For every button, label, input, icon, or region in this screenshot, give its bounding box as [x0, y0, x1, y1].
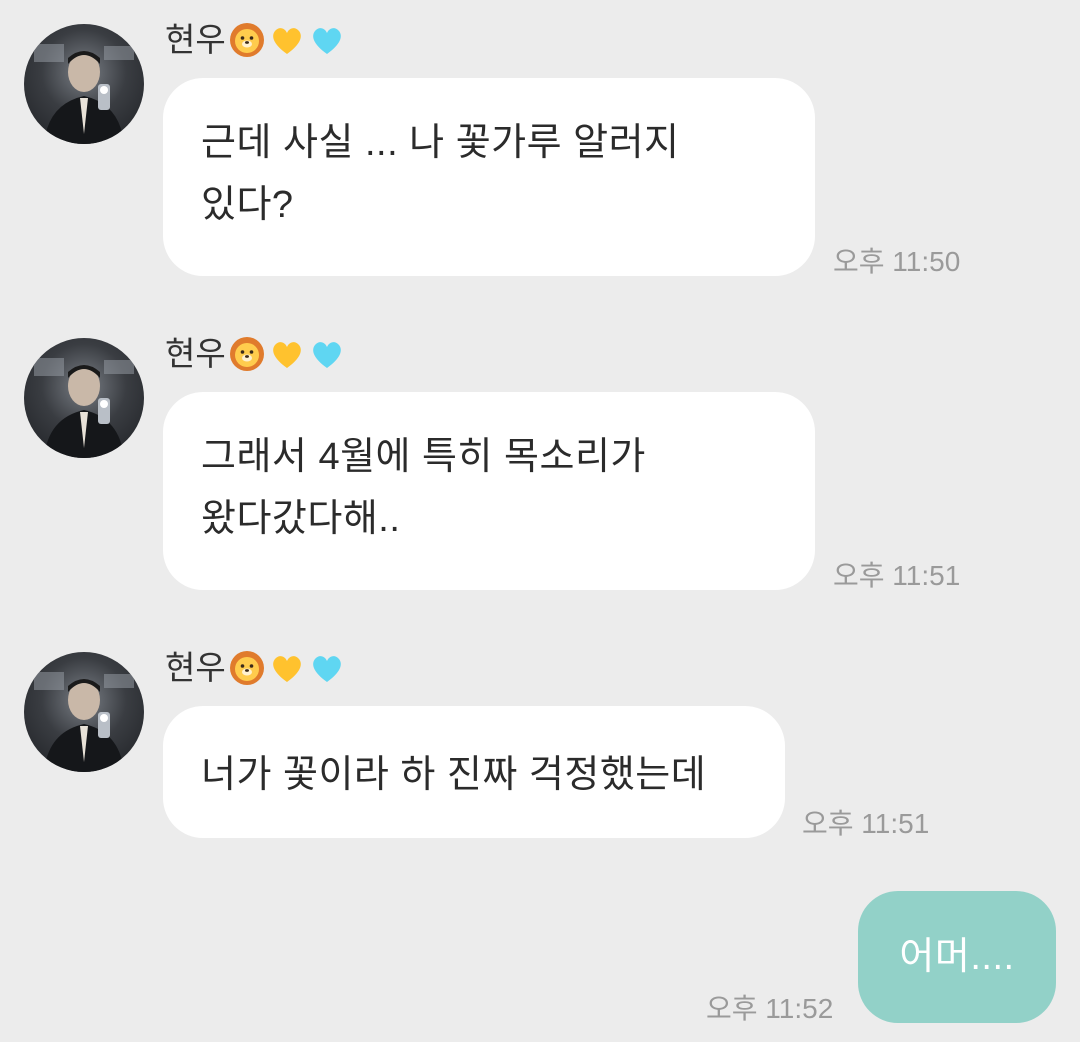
message-line: 그래서 4월에 특히 목소리가: [201, 436, 646, 478]
light-blue-heart-icon: [308, 649, 346, 687]
message-line: 왔다갔다해..: [201, 498, 401, 540]
yellow-heart-icon: [268, 649, 306, 687]
avatar-photo: [34, 672, 134, 772]
sender-name: 현우: [165, 648, 346, 688]
sender-name: 현우: [165, 334, 346, 374]
message-timestamp: 오후 11:50: [833, 246, 961, 277]
yellow-heart-icon: [268, 21, 306, 59]
lion-face-icon: [228, 21, 266, 59]
lion-face-icon: [228, 649, 266, 687]
light-blue-heart-icon: [308, 21, 346, 59]
message-bubble[interactable]: 너가 꽃이라 하 진짜 걱정했는데: [163, 706, 785, 838]
message-line: 어머....: [899, 936, 1015, 978]
lion-face-icon: [228, 335, 266, 373]
my-message-bubble[interactable]: 어머....: [858, 891, 1056, 1023]
message-line: 있다?: [201, 184, 294, 226]
light-blue-heart-icon: [308, 335, 346, 373]
avatar[interactable]: [24, 338, 144, 458]
sender-name-text: 현우: [165, 335, 226, 372]
message-timestamp: 오후 11:51: [802, 808, 930, 839]
message-line: 너가 꽃이라 하 진짜 걱정했는데: [201, 754, 707, 796]
sender-name-text: 현우: [165, 21, 226, 58]
yellow-heart-icon: [268, 335, 306, 373]
message-line: 근데 사실 ... 나 꽃가루 알러지: [201, 122, 680, 164]
message-bubble[interactable]: 그래서 4월에 특히 목소리가 왔다갔다해..: [163, 392, 815, 590]
avatar[interactable]: [24, 24, 144, 144]
chat-thread: 현우 근데 사실 ... 나 꽃가루 알러지 있다? 오후 11:50 현우 그…: [0, 0, 1080, 1042]
sender-name-text: 현우: [165, 649, 226, 686]
sender-name: 현우: [165, 20, 346, 60]
avatar-photo: [34, 44, 134, 144]
avatar-photo: [34, 358, 134, 458]
message-timestamp: 오후 11:51: [833, 560, 961, 591]
avatar[interactable]: [24, 652, 144, 772]
message-timestamp: 오후 11:52: [706, 993, 834, 1024]
message-bubble[interactable]: 근데 사실 ... 나 꽃가루 알러지 있다?: [163, 78, 815, 276]
